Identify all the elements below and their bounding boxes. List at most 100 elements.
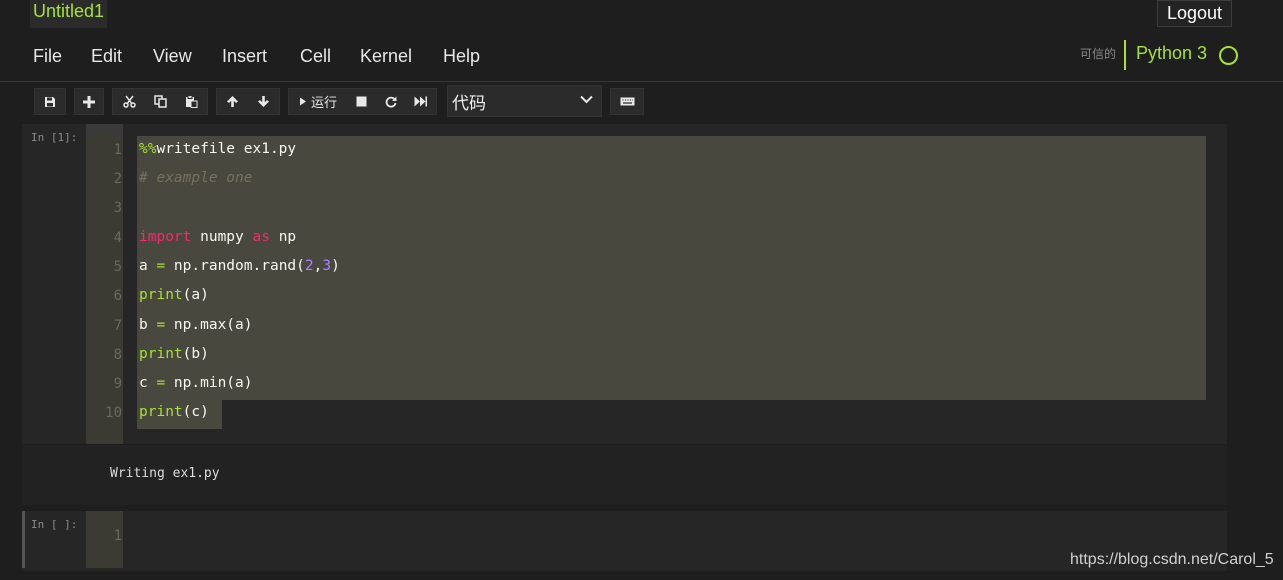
copy-button[interactable] — [145, 89, 176, 114]
code-token: ) — [331, 258, 340, 274]
code-token: b — [139, 317, 157, 333]
line-number: 1 — [113, 142, 122, 158]
copy-icon — [154, 95, 167, 108]
menu-view[interactable]: View — [153, 46, 192, 67]
line-number: 2 — [113, 171, 122, 187]
operator-token: = — [156, 258, 166, 274]
code-token: (b) — [182, 346, 209, 362]
line-number: 7 — [113, 318, 122, 334]
cell-1-prompt: In [1]: — [31, 131, 78, 144]
code-token: np.random.rand( — [165, 258, 305, 274]
kernel-divider — [1124, 40, 1126, 70]
kernel-status-icon — [1219, 46, 1238, 65]
code-token: (a) — [182, 287, 209, 303]
code-cell-2[interactable] — [22, 511, 1227, 571]
trusted-indicator[interactable]: 可信的 — [1080, 45, 1116, 62]
code-token: writefile ex1.py — [156, 141, 297, 157]
code-line[interactable]: # example one — [139, 170, 253, 186]
code-line[interactable]: print(c) — [139, 404, 209, 420]
plus-icon — [83, 95, 95, 108]
restart-button[interactable] — [376, 89, 405, 114]
logout-button[interactable]: Logout — [1157, 0, 1232, 27]
menu-edit[interactable]: Edit — [91, 46, 122, 67]
code-token: np.min(a) — [165, 375, 253, 391]
builtin-token: print — [139, 287, 183, 303]
code-token: np — [269, 229, 297, 245]
move-down-button[interactable] — [248, 89, 279, 114]
arrow-down-icon — [258, 96, 269, 107]
menu-file[interactable]: File — [33, 46, 62, 67]
line-number: 5 — [113, 259, 122, 275]
menu-kernel[interactable]: Kernel — [360, 46, 412, 67]
cell-2-prompt: In [ ]: — [31, 518, 78, 531]
stop-icon — [356, 96, 367, 107]
run-label: 运行 — [310, 96, 337, 111]
operator-token: = — [156, 375, 166, 391]
toolbar-move-group — [216, 88, 280, 115]
cut-icon — [122, 95, 136, 108]
code-line[interactable]: a = np.random.rand(2,3) — [139, 258, 340, 274]
paste-icon — [186, 95, 198, 108]
notebook-title[interactable]: Untitled1 — [30, 0, 108, 28]
cell-type-select[interactable]: 代码 — [447, 85, 602, 117]
code-token: np.max(a) — [165, 317, 253, 333]
menu-help[interactable]: Help — [443, 46, 480, 67]
restart-run-all-button[interactable] — [405, 89, 436, 114]
code-line[interactable]: c = np.min(a) — [139, 375, 253, 391]
line-number: 1 — [113, 528, 122, 544]
code-token: numpy — [191, 229, 253, 245]
arrow-up-icon — [227, 96, 238, 107]
code-token: a — [139, 258, 157, 274]
code-line[interactable]: import numpy as np — [139, 229, 296, 245]
code-line[interactable]: print(b) — [139, 346, 209, 362]
save-icon — [45, 96, 55, 107]
cell-2-edge — [22, 511, 25, 568]
cell-type-value: 代码 — [452, 93, 486, 114]
toolbar-keyboard-group — [610, 88, 644, 115]
restart-icon — [385, 96, 396, 107]
code-token: c — [139, 375, 157, 391]
builtin-token: print — [139, 346, 183, 362]
code-line[interactable]: print(a) — [139, 287, 209, 303]
code-line[interactable]: %%writefile ex1.py — [139, 141, 296, 157]
save-button[interactable] — [35, 89, 65, 114]
operator-token: = — [156, 317, 166, 333]
number-token: 3 — [322, 258, 332, 274]
magic-token: %% — [139, 141, 157, 157]
cell-1-output-text: Writing ex1.py — [110, 466, 220, 481]
line-number: 6 — [113, 288, 122, 304]
move-up-button[interactable] — [217, 89, 248, 114]
insert-cell-button[interactable] — [75, 89, 103, 114]
code-line[interactable]: b = np.max(a) — [139, 317, 253, 333]
line-number: 3 — [113, 200, 122, 216]
interrupt-button[interactable] — [347, 89, 376, 114]
number-token: 2 — [304, 258, 314, 274]
keyword-token: as — [252, 229, 270, 245]
keyword-token: import — [139, 229, 192, 245]
kernel-name[interactable]: Python 3 — [1136, 43, 1207, 64]
watermark: https://blog.csdn.net/Carol_5 — [1070, 551, 1274, 568]
line-number: 10 — [105, 405, 122, 421]
builtin-token: print — [139, 404, 183, 420]
toolbar-clipboard-group — [112, 88, 208, 115]
line-number: 8 — [113, 347, 122, 363]
cell-1-gutter: 1 2 3 4 5 6 7 8 9 10 — [86, 136, 123, 444]
comment-token: # example one — [139, 170, 253, 186]
gutter-top — [86, 124, 123, 136]
fast-forward-icon — [414, 96, 427, 107]
menu-insert[interactable]: Insert — [222, 46, 267, 67]
play-icon — [299, 97, 306, 106]
run-button[interactable]: 运行 — [289, 89, 347, 114]
command-palette-button[interactable] — [611, 89, 643, 114]
toolbar-save-group — [34, 88, 66, 115]
line-number: 9 — [113, 376, 122, 392]
menu-cell[interactable]: Cell — [300, 46, 331, 67]
paste-button[interactable] — [176, 89, 207, 114]
chevron-down-icon — [580, 95, 593, 104]
cell-2-gutter: 1 — [86, 511, 123, 568]
line-number: 4 — [113, 230, 122, 246]
cut-button[interactable] — [113, 89, 145, 114]
code-token: (c) — [182, 404, 209, 420]
toolbar-insert-group — [74, 88, 104, 115]
toolbar-run-group: 运行 — [288, 88, 437, 115]
